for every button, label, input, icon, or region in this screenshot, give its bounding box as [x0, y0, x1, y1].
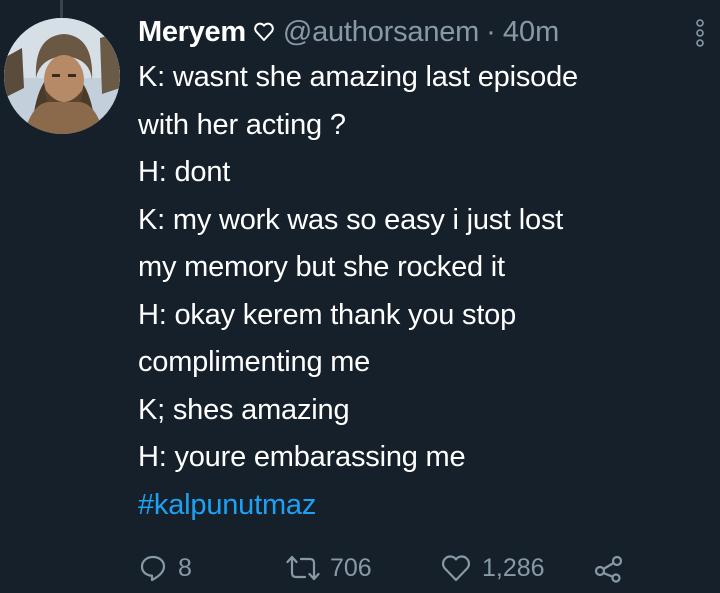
tweet-text-line: my memory but she rocked it [138, 251, 505, 283]
tweet-text-line: H: dont [138, 156, 231, 188]
author-display-name[interactable]: Meryem [138, 16, 246, 49]
header-separator: · [486, 15, 496, 48]
tweet-content: Meryem @authorsanem · 40m K: wasnt she a… [138, 10, 708, 529]
share-icon [594, 553, 624, 583]
like-button[interactable]: 1,286 [440, 553, 545, 583]
tweet-timestamp[interactable]: 40m [503, 16, 559, 49]
tweet-actions-bar: 8 706 1,286 [138, 553, 698, 593]
tweet-text-line: K: my work was so easy i just lost [138, 203, 564, 236]
more-options-icon[interactable] [692, 18, 708, 48]
reply-count: 8 [178, 553, 192, 582]
author-handle[interactable]: @authorsanem [283, 16, 480, 49]
retweet-count: 706 [330, 553, 372, 582]
like-count: 1,286 [482, 553, 545, 582]
heart-outline-icon [253, 21, 275, 43]
hashtag-link[interactable]: #kalpunutmaz [138, 482, 708, 530]
thread-connector-line [60, 0, 63, 20]
avatar[interactable] [4, 18, 120, 134]
tweet-text: K: wasnt she amazing last episode with h… [138, 54, 708, 529]
tweet-text-line: K; shes amazing [138, 393, 350, 426]
tweet-text-line: with her acting ? [138, 108, 346, 141]
like-heart-icon [440, 553, 472, 583]
retweet-button[interactable]: 706 [286, 553, 372, 583]
tweet-text-line: H: youre embarassing me [138, 441, 466, 473]
tweet-card[interactable]: Meryem @authorsanem · 40m K: wasnt she a… [0, 0, 720, 592]
share-button[interactable] [594, 553, 624, 583]
reply-button[interactable]: 8 [138, 553, 192, 583]
tweet-text-line: K: wasnt she amazing last episode [138, 61, 578, 93]
tweet-header: Meryem @authorsanem · 40m [138, 10, 708, 54]
retweet-icon [286, 553, 320, 583]
tweet-text-line: H: okay kerem thank you stop [138, 298, 517, 331]
reply-icon [138, 553, 168, 583]
tweet-text-line: complimenting me [138, 346, 371, 378]
